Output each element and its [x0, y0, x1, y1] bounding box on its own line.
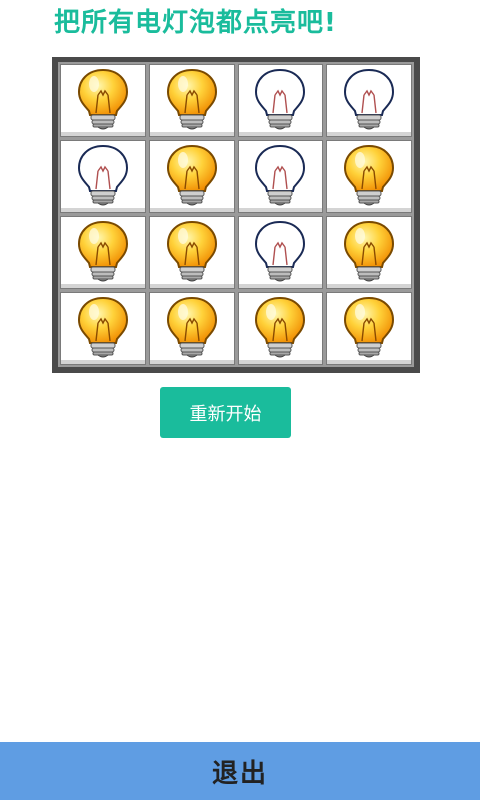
bulb-cell-3-2[interactable]	[237, 292, 324, 365]
game-board	[52, 57, 420, 373]
page-title: 把所有电灯泡都点亮吧!	[54, 8, 337, 38]
bulb-cell-0-3[interactable]	[326, 64, 412, 137]
unlit-bulb-icon	[250, 143, 310, 211]
bulb-cell-1-3[interactable]	[326, 140, 412, 213]
lit-bulb-icon	[162, 143, 222, 211]
bulb-cell-1-2[interactable]	[237, 140, 324, 213]
bulb-cell-2-3[interactable]	[326, 216, 412, 289]
lit-bulb-icon	[73, 67, 133, 135]
bulb-cell-1-1[interactable]	[148, 140, 235, 213]
lit-bulb-icon	[339, 143, 399, 211]
lit-bulb-icon	[162, 219, 222, 287]
unlit-bulb-icon	[339, 67, 399, 135]
bulb-cell-0-0[interactable]	[60, 64, 146, 137]
unlit-bulb-icon	[250, 67, 310, 135]
lit-bulb-icon	[339, 295, 399, 363]
game-screen: 把所有电灯泡都点亮吧! 重新开始 退出	[0, 0, 480, 800]
lit-bulb-icon	[162, 67, 222, 135]
bulb-cell-2-2[interactable]	[237, 216, 324, 289]
bulb-cell-2-1[interactable]	[148, 216, 235, 289]
bulb-cell-3-1[interactable]	[148, 292, 235, 365]
lit-bulb-icon	[250, 295, 310, 363]
bulb-cell-3-3[interactable]	[326, 292, 412, 365]
bulb-cell-0-1[interactable]	[148, 64, 235, 137]
bulb-cell-1-0[interactable]	[60, 140, 146, 213]
lit-bulb-icon	[73, 219, 133, 287]
lit-bulb-icon	[162, 295, 222, 363]
unlit-bulb-icon	[73, 143, 133, 211]
bulb-cell-3-0[interactable]	[60, 292, 146, 365]
restart-button[interactable]: 重新开始	[160, 387, 291, 438]
bulb-grid	[58, 62, 414, 367]
unlit-bulb-icon	[250, 219, 310, 287]
lit-bulb-icon	[73, 295, 133, 363]
exit-button[interactable]: 退出	[0, 742, 480, 800]
bulb-cell-0-2[interactable]	[237, 64, 324, 137]
lit-bulb-icon	[339, 219, 399, 287]
bulb-cell-2-0[interactable]	[60, 216, 146, 289]
